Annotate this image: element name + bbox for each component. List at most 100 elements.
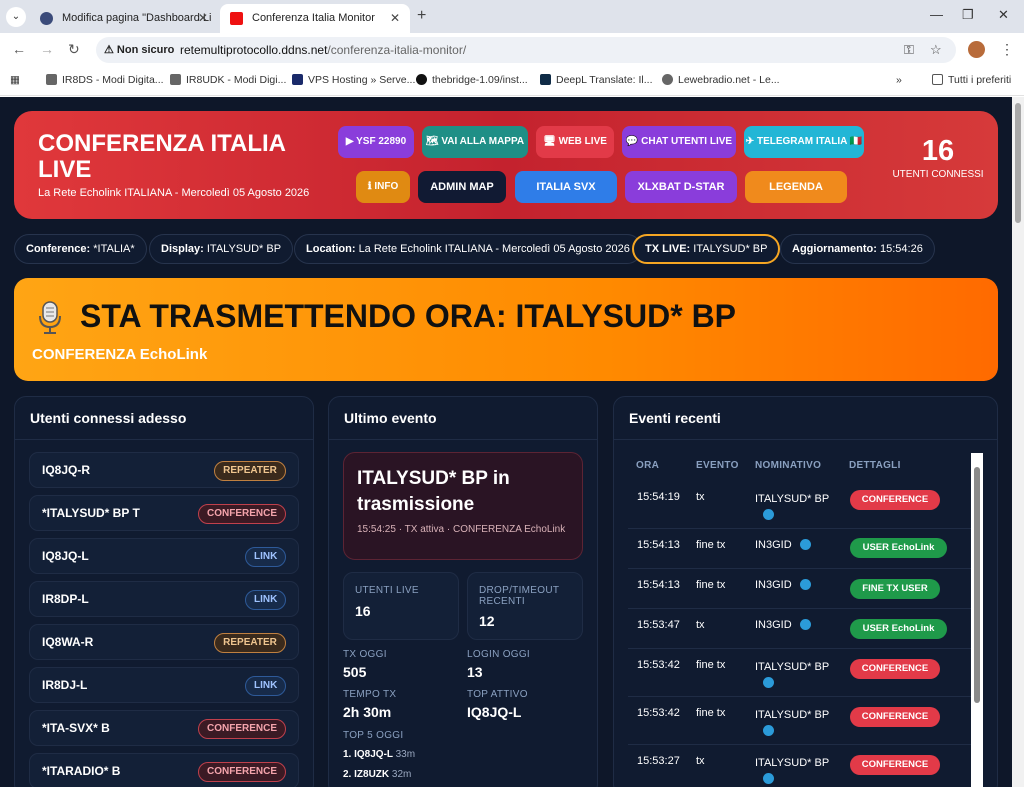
- user-row[interactable]: *ITA-SVX* B CONFERENCE: [29, 710, 299, 746]
- table-row: 15:53:47 tx IN3GID USER EchoLink: [628, 609, 980, 649]
- event-call: IN3GID: [755, 579, 811, 591]
- bookmark-item[interactable]: thebridge-1.09/inst...: [416, 74, 528, 86]
- microphone-icon: [39, 301, 61, 334]
- pill-label: TX LIVE:: [645, 243, 691, 255]
- top5-time: 32m: [391, 769, 412, 780]
- user-row[interactable]: IQ8WA-R REPEATER: [29, 624, 299, 660]
- connected-count: 16: [921, 135, 955, 167]
- apps-icon[interactable]: ▦: [10, 74, 20, 86]
- all-bookmarks-folder[interactable]: Tutti i preferiti: [932, 74, 1011, 86]
- globe-icon[interactable]: [799, 579, 811, 590]
- top5-rank: 2.: [343, 769, 352, 780]
- tab-dashboard[interactable]: Modifica pagina "Dashboard Li ✕: [30, 4, 218, 33]
- event-time: 15:54:13: [637, 539, 680, 551]
- pill-value: ITALYSUD* BP: [206, 243, 282, 255]
- globe-icon[interactable]: [763, 677, 774, 688]
- callsign: ITALYSUD* BP: [755, 709, 830, 721]
- bookmark-label: VPS Hosting » Serve...: [308, 74, 416, 86]
- back-button[interactable]: ←: [12, 41, 26, 57]
- page-scrollbar[interactable]: [1012, 97, 1024, 787]
- user-type-badge: LINK: [245, 590, 286, 610]
- info-button[interactable]: ℹ INFO: [356, 171, 410, 203]
- key-icon[interactable]: ⚿: [904, 42, 914, 58]
- ysf-button[interactable]: ▶ YSF 22890: [338, 126, 414, 158]
- event-call: ITALYSUD* BP: [755, 707, 837, 739]
- user-row[interactable]: IR8DP-L LINK: [29, 581, 299, 617]
- event-type: tx: [696, 619, 705, 631]
- events-scrollbar[interactable]: [971, 453, 983, 787]
- last-event-meta: 15:54:25 · TX attiva · CONFERENZA EchoLi…: [357, 524, 566, 535]
- user-type-badge: REPEATER: [214, 633, 286, 653]
- user-row[interactable]: IQ8JQ-L LINK: [29, 538, 299, 574]
- callsign: ITALYSUD* BP: [755, 493, 830, 505]
- scrollbar-thumb[interactable]: [974, 467, 980, 703]
- stat-tx-oggi: 505: [343, 664, 367, 680]
- bookmark-item[interactable]: DeepL Translate: Il...: [540, 74, 653, 86]
- tx-banner: STA TRASMETTENDO ORA: ITALYSUD* BP CONFE…: [14, 278, 998, 381]
- event-time: 15:53:42: [637, 659, 680, 671]
- reload-button[interactable]: ↻: [68, 41, 80, 58]
- web-live-button[interactable]: 🖥 WEB LIVE: [536, 126, 614, 158]
- tab-search-button[interactable]: ⌄: [6, 7, 26, 27]
- omnibox[interactable]: ⚠ Non sicuro retemultiprotocollo.ddns.ne…: [96, 37, 956, 63]
- user-callsign: *ITA-SVX* B: [42, 721, 110, 735]
- bookmark-label: thebridge-1.09/inst...: [432, 74, 528, 86]
- close-window-button[interactable]: ✕: [998, 7, 1009, 23]
- bookmark-item[interactable]: IR8DS - Modi Digita...: [46, 74, 164, 86]
- detail-badge: CONFERENCE: [850, 659, 940, 679]
- restore-button[interactable]: ❐: [962, 7, 974, 23]
- divider: [15, 439, 313, 440]
- forward-button[interactable]: →: [40, 41, 54, 57]
- telegram-button[interactable]: ✈ TELEGRAM ITALIA 🇮🇹: [744, 126, 864, 158]
- user-callsign: IQ8JQ-L: [42, 549, 89, 563]
- tab-title: Modifica pagina "Dashboard Li: [62, 12, 212, 24]
- bookmarks-overflow-button[interactable]: »: [896, 74, 902, 86]
- bookmark-item[interactable]: Lewebradio.net - Le...: [662, 74, 780, 86]
- user-row[interactable]: IR8DJ-L LINK: [29, 667, 299, 703]
- pill-value: La Rete Echolink ITALIANA - Mercoledì 05…: [358, 243, 630, 255]
- legenda-button[interactable]: LEGENDA: [745, 171, 847, 203]
- user-callsign: *ITALYSUD* BP T: [42, 506, 140, 520]
- profile-avatar[interactable]: [968, 41, 985, 58]
- chat-button[interactable]: 💬 CHAT UTENTI LIVE: [622, 126, 736, 158]
- star-icon[interactable]: ☆: [930, 42, 942, 58]
- user-row[interactable]: IQ8JQ-R REPEATER: [29, 452, 299, 488]
- menu-icon[interactable]: ⋮: [1000, 41, 1014, 58]
- event-call: ITALYSUD* BP: [755, 755, 837, 787]
- new-tab-button[interactable]: +: [417, 7, 426, 25]
- user-callsign: IQ8WA-R: [42, 635, 94, 649]
- globe-icon[interactable]: [763, 725, 774, 736]
- event-type: fine tx: [696, 707, 726, 719]
- tab-monitor[interactable]: Conferenza Italia Monitor ✕: [220, 4, 410, 33]
- xlxbat-button[interactable]: XLXBAT D-STAR: [625, 171, 737, 203]
- user-type-badge: CONFERENCE: [198, 504, 286, 524]
- browser-chrome: ⌄ Modifica pagina "Dashboard Li ✕ Confer…: [0, 0, 1024, 97]
- close-icon[interactable]: ✕: [390, 11, 400, 25]
- bookmark-icon: [170, 74, 181, 85]
- close-icon[interactable]: ✕: [198, 11, 208, 25]
- user-callsign: *ITARADIO* B: [42, 764, 121, 778]
- globe-icon[interactable]: [799, 539, 811, 550]
- event-call: IN3GID: [755, 619, 811, 631]
- event-time: 15:53:47: [637, 619, 680, 631]
- map-button[interactable]: 🗺 VAI ALLA MAPPA: [422, 126, 528, 158]
- user-row[interactable]: *ITALYSUD* BP T CONFERENCE: [29, 495, 299, 531]
- globe-icon[interactable]: [799, 619, 811, 630]
- bookmark-item[interactable]: VPS Hosting » Serve...: [292, 74, 415, 86]
- italia-svx-button[interactable]: ITALIA SVX: [515, 171, 617, 203]
- globe-icon[interactable]: [763, 509, 774, 520]
- last-event-box: ITALYSUD* BP in trasmissione 15:54:25 · …: [343, 452, 583, 560]
- admin-map-button[interactable]: ADMIN MAP: [418, 171, 506, 203]
- page-subtitle: La Rete Echolink ITALIANA - Mercoledì 05…: [38, 187, 310, 199]
- table-row: 15:53:27 tx ITALYSUD* BP CONFERENCE: [628, 745, 980, 787]
- event-time: 15:54:19: [637, 491, 680, 503]
- url-text[interactable]: retemultiprotocollo.ddns.net/conferenza-…: [180, 43, 466, 57]
- globe-icon[interactable]: [763, 773, 774, 784]
- scrollbar-thumb[interactable]: [1015, 103, 1021, 223]
- bookmark-item[interactable]: IR8UDK - Modi Digi...: [170, 74, 286, 86]
- folder-label: Tutti i preferiti: [948, 74, 1012, 86]
- minimize-button[interactable]: —: [930, 7, 943, 22]
- not-secure-indicator[interactable]: ⚠ Non sicuro: [104, 43, 174, 56]
- table-row: 15:53:42 fine tx ITALYSUD* BP CONFERENCE: [628, 649, 980, 697]
- user-row[interactable]: *ITARADIO* B CONFERENCE: [29, 753, 299, 787]
